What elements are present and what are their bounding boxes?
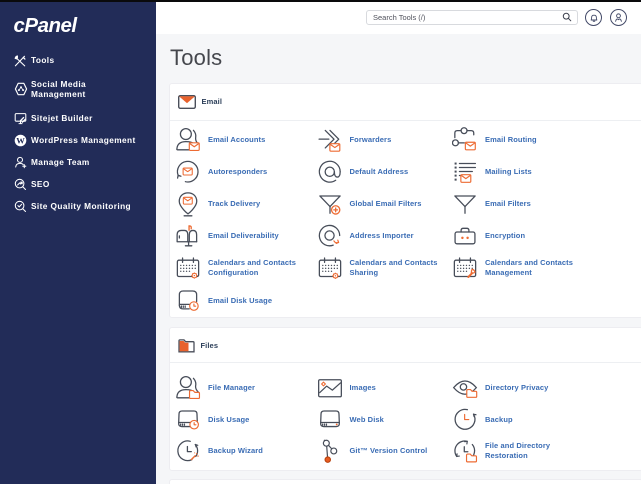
svg-text:W: W [16,135,25,145]
